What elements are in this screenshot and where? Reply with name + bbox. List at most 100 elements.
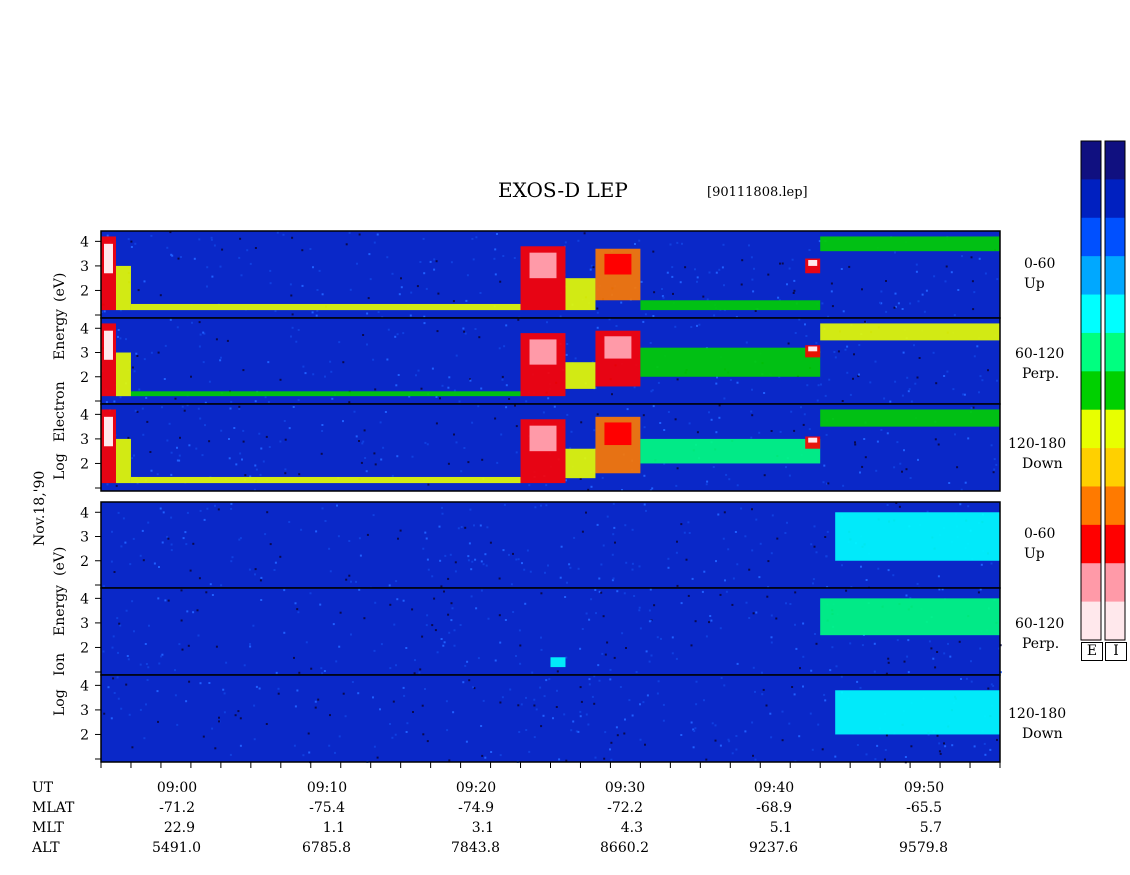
electron-2-speckle [297,329,300,331]
electron-2-speckle [907,390,910,393]
ion-3-speckle [781,710,784,713]
electron-2-speckle [963,393,966,396]
ion-2-speckle [581,628,584,630]
ion-1-speckle [898,505,901,508]
electron-3-speckle [827,482,830,485]
electron-3-speckle [688,422,691,425]
ion-1-speckle [510,583,513,586]
ion-1-speckle [815,551,818,554]
electron-2-speckle [723,397,726,400]
electron-3-speckle [471,421,474,424]
ion-3-speckle [402,686,405,689]
electron-2-speckle [220,356,222,359]
electron-1-speckle [721,266,724,269]
ion-3-speckle [533,736,536,739]
electron-2-speckle [290,335,292,338]
ion-2-speckle [943,652,946,655]
ion-2-speckle [639,627,642,630]
electron-1-speckle [564,241,567,244]
ion-3-speckle [680,734,683,736]
ion-1-speckle [614,541,616,544]
ion-3-speckle [116,676,119,679]
ion-1-speckle [581,530,584,533]
ion-1-speckle [631,528,634,531]
electron-2-speckle [190,375,192,378]
ion-2-speckle [414,659,416,662]
electron-1-speckle [750,256,753,259]
electron-2-speckle [324,375,326,378]
electron-1-speckle [830,290,833,293]
electron-2-speckle [853,353,855,356]
ion-2-speckle [810,669,813,672]
electron-1-speckle [894,251,896,254]
ion-3-speckle [445,700,448,703]
electron-3-speckle [235,463,238,466]
electron-1-speckle [634,243,636,245]
electron-1-speckle [366,312,369,315]
ion-2-speckle [426,614,429,617]
electron-2-speckle [943,375,946,377]
ion-2-speckle [625,647,627,649]
ion-3-speckle [823,693,826,696]
ion-1-speckle [638,565,641,568]
electron-3-speckle [242,440,245,443]
ion-1-speckle [813,545,816,548]
ion-1-speckle [484,553,487,556]
electron-2-ytick-label: 3 [80,346,89,362]
ion-3-speckle [798,735,801,738]
electron-2-speckle [133,370,136,373]
ion-3-speckle [426,740,429,743]
ion-1-speckle [675,551,678,554]
electron-1-speckle [791,258,794,261]
ion-3-speckle [662,719,665,722]
ion-2-speckle [675,657,678,660]
ion-3-speckle [983,742,986,745]
ion-3-speckle [112,677,115,680]
ion-2-speckle [335,660,338,663]
ion-1-speckle [502,549,505,552]
ion-2-speckle [748,617,751,619]
ion-3-speckle [821,748,824,751]
ion-3-speckle [533,704,536,707]
ion-3-speckle [314,700,317,703]
electron-1-speckle [349,288,352,291]
electron-3-feature-8 [820,409,1000,427]
ion-1-speckle [687,521,690,524]
ion-2-speckle [180,619,183,622]
electron-2-speckle [366,343,368,346]
electron-2-speckle [145,396,148,399]
electron-2-speckle [462,327,465,330]
ion-2-speckle [766,595,769,598]
electron-1-speckle [777,296,780,299]
electron-2-speckle [431,367,434,370]
ion-1-speckle [813,525,816,528]
ion-3-speckle [603,757,606,760]
ion-3-speckle [328,744,331,747]
ion-3-speckle [211,727,214,730]
ion-1-speckle [238,538,241,541]
ion-3-speckle [174,694,177,697]
ion-3-speckle [754,758,757,761]
ion-1-speckle [723,511,726,514]
ion-1-speckle [372,514,375,517]
electron-2-feature-8 [820,323,1000,341]
electron-1-speckle [348,231,351,234]
ion-3-speckle [628,699,631,702]
electron-3-speckle [861,465,864,468]
ion-3-speckle [910,745,913,748]
electron-3-speckle [220,429,223,432]
ion-1-ytick-label: 2 [80,554,89,570]
electron-2-speckle [615,325,618,327]
ion-3-speckle [157,720,159,723]
electron-2-speckle [131,366,134,369]
ion-1-speckle [473,524,475,527]
ion-1-speckle [573,536,576,539]
electron-1-speckle [779,262,781,265]
ion-3-speckle [751,721,754,724]
electron-3-speckle [626,408,629,411]
electron-1-speckle [425,287,428,290]
ion-1-speckle [142,559,145,562]
electron-1-speckle [909,302,912,305]
ion-3-speckle [146,679,149,681]
ion-3-speckle [859,686,862,689]
